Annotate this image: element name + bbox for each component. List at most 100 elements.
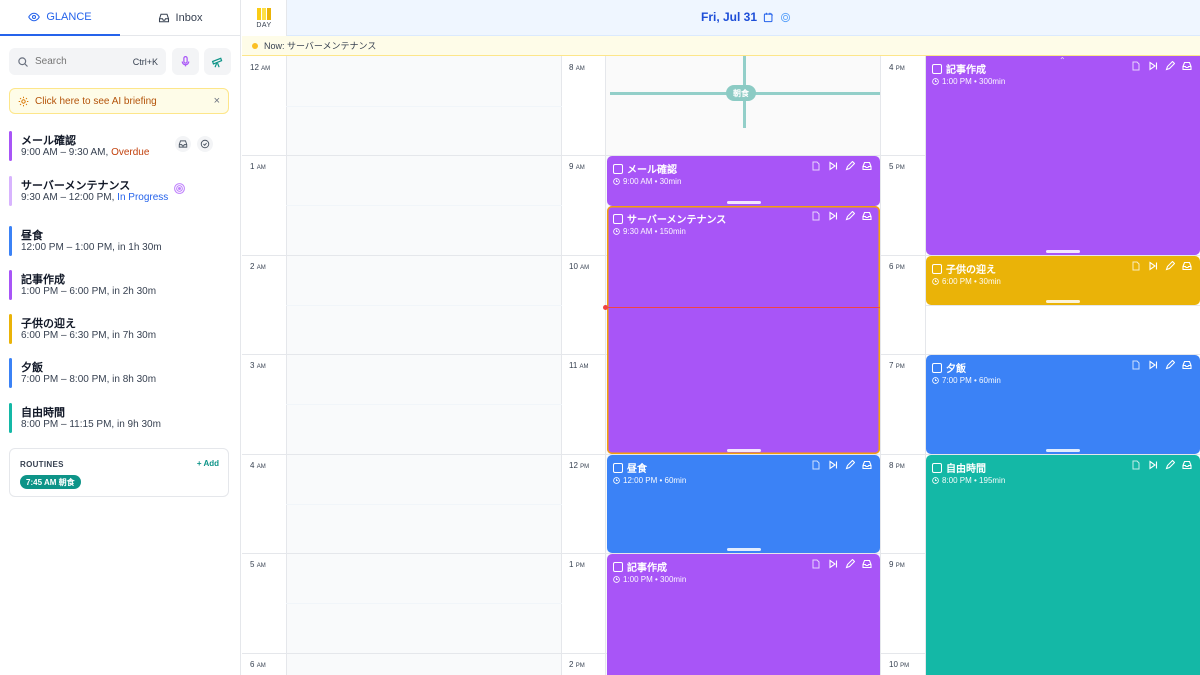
resize-handle[interactable] (1046, 250, 1080, 253)
hour-label: 2 PM (569, 660, 585, 669)
event-checkbox[interactable] (613, 163, 623, 174)
edit-icon[interactable] (845, 460, 855, 470)
inbox-icon[interactable] (1182, 460, 1192, 470)
event-card[interactable]: 夕飯 7:00 PM • 60min (926, 355, 1200, 454)
skip-icon[interactable] (1148, 61, 1158, 71)
progress-ring-icon (174, 183, 185, 194)
skip-icon[interactable] (828, 559, 838, 569)
skip-icon[interactable] (828, 460, 838, 470)
skip-icon[interactable] (1148, 261, 1158, 271)
columns-icon (257, 7, 271, 20)
event-checkbox[interactable] (613, 213, 623, 224)
note-icon[interactable] (811, 161, 821, 171)
task-time: 8:00 PM – 11:15 PM, in 9h 30m (21, 419, 161, 430)
task-item[interactable]: サーバーメンテナンス 9:30 AM – 12:00 PM, In Progre… (9, 176, 234, 210)
current-time-line (606, 307, 880, 308)
note-icon[interactable] (811, 559, 821, 569)
hour-label: 4 PM (889, 63, 905, 72)
inbox-icon[interactable] (862, 161, 872, 171)
resize-handle[interactable] (1046, 300, 1080, 303)
inbox-icon[interactable] (862, 559, 872, 569)
event-actions (811, 460, 872, 470)
edit-icon[interactable] (1165, 261, 1175, 271)
explore-button[interactable] (204, 48, 231, 75)
time-column-1[interactable] (286, 56, 562, 675)
voice-input-button[interactable] (172, 48, 199, 75)
target-icon[interactable] (780, 12, 791, 23)
event-meta: 1:00 PM • 300min (932, 77, 1005, 86)
edit-icon[interactable] (845, 211, 855, 221)
inbox-icon[interactable] (1182, 61, 1192, 71)
view-switcher[interactable]: DAY (242, 0, 287, 36)
note-icon[interactable] (1131, 360, 1141, 370)
event-meta: 1:00 PM • 300min (613, 575, 686, 584)
event-card[interactable]: 自由時間 8:00 PM • 195min (926, 455, 1200, 675)
clock-icon (932, 477, 939, 484)
routine-chip[interactable]: 7:45 AM 朝食 (20, 475, 81, 489)
event-title: メール確認 (627, 165, 677, 176)
resize-handle[interactable] (1046, 449, 1080, 452)
search-box[interactable]: Ctrl+K (9, 48, 166, 75)
event-checkbox[interactable] (932, 63, 942, 74)
routine-marker[interactable]: 朝食 (610, 56, 880, 128)
task-item[interactable]: 自由時間 8:00 PM – 11:15 PM, in 9h 30m (9, 403, 234, 437)
event-checkbox[interactable] (613, 462, 623, 473)
task-item[interactable]: 昼食 12:00 PM – 1:00 PM, in 1h 30m (9, 226, 234, 260)
hour-label: 5 AM (250, 560, 266, 569)
task-time: 9:00 AM – 9:30 AM, Overdue (21, 147, 150, 158)
event-card[interactable]: 子供の迎え 6:00 PM • 30min (926, 256, 1200, 305)
calendar-edit-icon[interactable] (763, 12, 774, 23)
tab-glance-label: GLANCE (46, 11, 92, 23)
edit-icon[interactable] (1165, 460, 1175, 470)
note-icon[interactable] (1131, 61, 1141, 71)
task-item[interactable]: 夕飯 7:00 PM – 8:00 PM, in 8h 30m (9, 358, 234, 392)
add-routine-button[interactable]: + Add (197, 459, 219, 468)
ai-briefing-banner[interactable]: Click here to see AI briefing × (9, 88, 229, 114)
complete-button[interactable] (197, 136, 213, 152)
close-icon[interactable]: × (214, 95, 220, 107)
event-card[interactable]: サーバーメンテナンス 9:30 AM • 150min (607, 206, 880, 454)
inbox-icon (158, 13, 169, 23)
resize-handle[interactable] (726, 548, 761, 551)
task-item[interactable]: メール確認 9:00 AM – 9:30 AM, Overdue (9, 131, 234, 165)
note-icon[interactable] (1131, 460, 1141, 470)
inbox-icon[interactable] (1182, 261, 1192, 271)
edit-icon[interactable] (845, 559, 855, 569)
tab-inbox[interactable]: Inbox (120, 0, 240, 36)
hour-label: 11 AM (569, 361, 589, 370)
inbox-icon[interactable] (1182, 360, 1192, 370)
task-item[interactable]: 記事作成 1:00 PM – 6:00 PM, in 2h 30m (9, 270, 234, 304)
move-to-inbox-button[interactable] (175, 136, 191, 152)
tab-glance[interactable]: GLANCE (0, 0, 120, 36)
search-input[interactable] (35, 56, 125, 67)
note-icon[interactable] (811, 211, 821, 221)
sidebar-tabs: GLANCE Inbox (0, 0, 240, 36)
resize-handle[interactable] (726, 201, 761, 204)
event-card[interactable]: 記事作成 1:00 PM • 300min (607, 554, 880, 675)
inbox-icon[interactable] (862, 460, 872, 470)
event-card[interactable]: 昼食 12:00 PM • 60min (607, 455, 880, 553)
event-checkbox[interactable] (932, 263, 942, 274)
edit-icon[interactable] (1165, 61, 1175, 71)
event-checkbox[interactable] (613, 561, 623, 572)
event-card[interactable]: ⌃ 記事作成 1:00 PM • 300min (926, 56, 1200, 255)
edit-icon[interactable] (1165, 360, 1175, 370)
skip-icon[interactable] (1148, 360, 1158, 370)
task-color-bar (9, 403, 12, 433)
event-checkbox[interactable] (932, 462, 942, 473)
inbox-icon[interactable] (862, 211, 872, 221)
note-icon[interactable] (811, 460, 821, 470)
edit-icon[interactable] (845, 161, 855, 171)
note-icon[interactable] (1131, 261, 1141, 271)
task-color-bar (9, 226, 12, 256)
event-title: 記事作成 (627, 563, 667, 574)
event-checkbox[interactable] (932, 362, 942, 373)
event-card[interactable]: メール確認 9:00 AM • 30min (607, 156, 880, 206)
resize-handle[interactable] (726, 449, 761, 452)
skip-icon[interactable] (828, 161, 838, 171)
task-title: 子供の迎え (21, 318, 76, 330)
status-badge: In Progress (117, 192, 169, 203)
task-item[interactable]: 子供の迎え 6:00 PM – 6:30 PM, in 7h 30m (9, 314, 234, 348)
skip-icon[interactable] (828, 211, 838, 221)
skip-icon[interactable] (1148, 460, 1158, 470)
